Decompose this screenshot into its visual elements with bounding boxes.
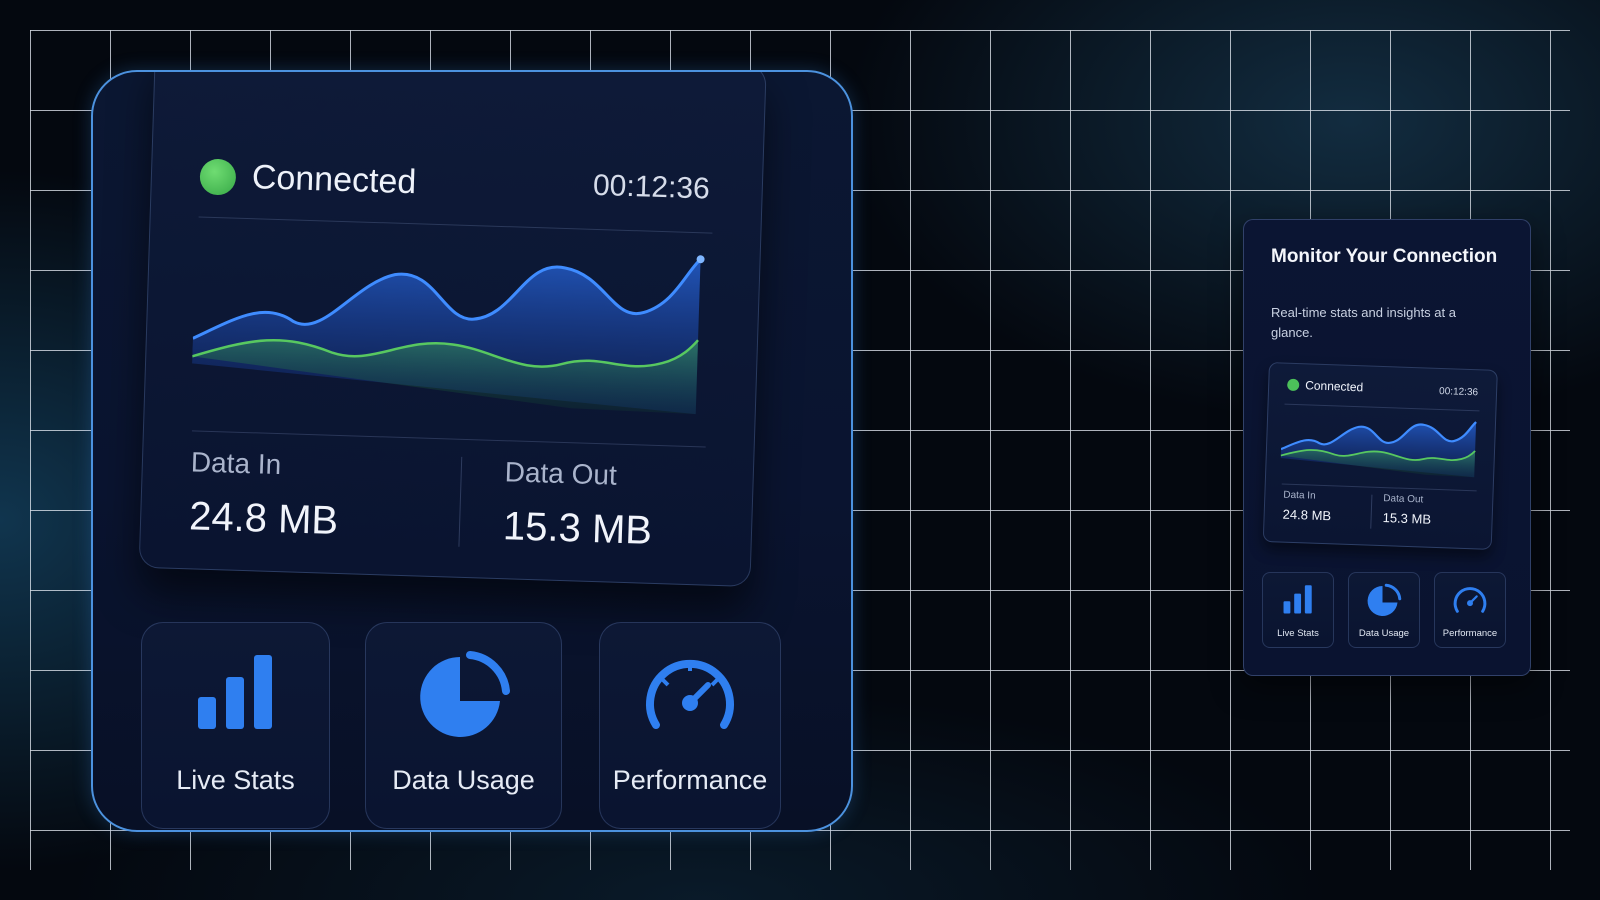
status-dot-icon bbox=[1287, 378, 1300, 392]
bar-chart-icon bbox=[1283, 585, 1312, 614]
data-usage-tile[interactable]: Data Usage bbox=[365, 622, 562, 829]
performance-tile[interactable]: Performance bbox=[1434, 572, 1506, 648]
speedometer-icon bbox=[646, 660, 734, 729]
live-stats-label: Live Stats bbox=[1277, 628, 1319, 639]
divider bbox=[1284, 403, 1480, 412]
data-in-value: 24.8 MB bbox=[188, 494, 339, 543]
live-stats-label: Live Stats bbox=[176, 765, 295, 795]
data-out-value: 15.3 MB bbox=[502, 504, 653, 553]
data-out-label: Data Out bbox=[504, 456, 618, 491]
performance-tile[interactable]: Performance bbox=[599, 622, 781, 829]
status-dot-icon bbox=[199, 157, 237, 196]
bar-chart-icon bbox=[197, 655, 272, 729]
connection-status: Connected bbox=[1287, 378, 1364, 395]
traffic-chart bbox=[1280, 421, 1477, 478]
speedometer-icon bbox=[1453, 587, 1487, 613]
data-in-stat: Data In 24.8 MB bbox=[189, 446, 341, 544]
data-usage-tile[interactable]: Data Usage bbox=[1348, 572, 1420, 648]
data-out-label: Data Out bbox=[1383, 493, 1424, 506]
connection-status: Connected bbox=[199, 156, 417, 202]
data-out-stat: Data Out 15.3 MB bbox=[502, 456, 654, 554]
session-timer: 00:12:36 bbox=[592, 168, 711, 206]
live-stats-tile[interactable]: Live Stats bbox=[141, 622, 330, 829]
mini-connection-card-wrap: Connected 00:12:36 Data In 24.8 MB Data … bbox=[1262, 362, 1502, 550]
data-in-value: 24.8 MB bbox=[1282, 506, 1332, 524]
card-title: Monitor Your Connection bbox=[1271, 246, 1498, 267]
canvas: Connected 00:12:36 Data In 24.8 MB Data … bbox=[0, 0, 1600, 900]
traffic-chart bbox=[191, 255, 705, 415]
pie-chart-icon bbox=[419, 651, 510, 737]
data-out-stat: Data Out 15.3 MB bbox=[1382, 493, 1432, 527]
mini-connection-card: Connected 00:12:36 Data In 24.8 MB Data … bbox=[1262, 362, 1498, 550]
monitor-card: Monitor Your Connection Real-time stats … bbox=[1243, 219, 1531, 676]
performance-label: Performance bbox=[612, 765, 768, 795]
data-in-label: Data In bbox=[1283, 489, 1316, 502]
status-label: Connected bbox=[251, 158, 417, 202]
data-in-label: Data In bbox=[190, 446, 282, 481]
zoomed-view: Connected 00:12:36 Data In 24.8 MB Data … bbox=[91, 70, 853, 832]
data-in-stat: Data In 24.8 MB bbox=[1282, 490, 1332, 524]
data-usage-label: Data Usage bbox=[1358, 628, 1410, 639]
data-usage-label: Data Usage bbox=[392, 765, 535, 795]
divider bbox=[198, 216, 713, 234]
pie-chart-icon bbox=[1367, 583, 1402, 616]
zoomed-connection-card: Connected 00:12:36 Data In 24.8 MB Data … bbox=[138, 72, 767, 587]
performance-label: Performance bbox=[1442, 628, 1498, 639]
live-stats-tile[interactable]: Live Stats bbox=[1262, 572, 1334, 648]
stat-separator bbox=[1370, 494, 1373, 529]
stat-separator bbox=[458, 456, 463, 547]
card-subtitle: Real-time stats and insights at a glance… bbox=[1271, 305, 1456, 340]
status-label: Connected bbox=[1304, 378, 1364, 395]
data-out-value: 15.3 MB bbox=[1382, 510, 1432, 527]
session-timer: 00:12:36 bbox=[1438, 385, 1479, 399]
